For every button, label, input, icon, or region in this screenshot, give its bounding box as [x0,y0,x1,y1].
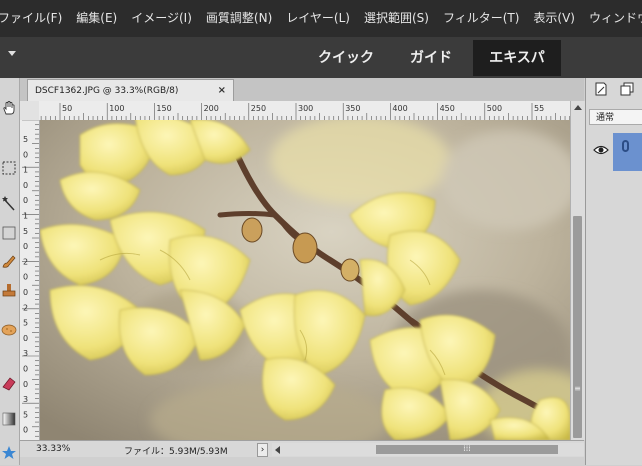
eraser-icon[interactable] [1,375,17,391]
horizontal-scrollbar[interactable]: ⁞⁞⁞ [272,443,584,456]
ruler-label: 150 [156,104,171,113]
ruler-label: 1 [23,212,28,221]
layers-panel-toolbar [586,78,642,102]
sponge-icon[interactable] [1,321,17,337]
vertical-scroll-thumb[interactable]: ≡ [573,216,582,438]
eye-icon[interactable] [593,142,609,158]
new-layer-icon[interactable] [594,82,608,96]
toolbox [0,78,20,465]
horizontal-ruler[interactable]: 50 100 150 200 250 300 350 400 450 500 55 [39,101,570,121]
ruler-label: 100 [109,104,124,113]
menu-bar: ファイル(F) 編集(E) イメージ(I) 画質調整(N) レイヤー(L) 選択… [0,0,642,37]
image-canvas[interactable] [40,120,570,440]
menu-edit[interactable]: 編集(E) [69,0,124,37]
ruler-label: 250 [251,104,266,113]
magic-wand-icon[interactable] [1,196,17,212]
menu-layer[interactable]: レイヤー(L) [279,0,357,37]
blend-mode-select[interactable]: 通常 [589,109,642,125]
layer-row[interactable] [586,133,642,171]
brush-icon[interactable] [1,253,17,269]
ruler-label: 5 [23,227,28,236]
duplicate-layer-icon[interactable] [620,82,634,96]
mode-bar: クイック ガイド エキスパート [0,37,642,102]
ruler-label: 5 [23,319,28,328]
layer-thumbnail[interactable] [613,133,642,171]
ruler-label: 350 [345,104,360,113]
stamp-icon[interactable] [1,283,17,299]
menu-select[interactable]: 選択範囲(S) [357,0,436,37]
scroll-up-arrow-icon[interactable] [574,105,582,110]
layer-lock-icon [622,140,629,152]
ruler-label: 50 [62,104,72,113]
menu-image[interactable]: イメージ(I) [124,0,199,37]
document-tab[interactable]: DSCF1362.JPG @ 33.3%(RGB/8) × [27,79,234,102]
ruler-label: 0 [23,334,28,343]
status-menu-arrow[interactable]: › [257,443,268,457]
text-label-icon[interactable] [1,226,17,242]
marquee-icon[interactable] [1,160,17,176]
vertical-scrollbar[interactable]: ≡ [570,101,585,440]
vertical-ruler-ticks: 5 0 1 0 0 1 5 0 2 0 0 2 5 0 3 0 0 3 5 0 [22,120,39,437]
ruler-label: 3 [23,349,28,358]
menu-file[interactable]: ファイル(F) [0,0,69,37]
hand-icon[interactable] [1,100,17,116]
ruler-label: 55 [534,104,544,113]
ruler-label: 0 [23,365,28,374]
ruler-label: 200 [204,104,219,113]
menu-enhance[interactable]: 画質調整(N) [199,0,279,37]
document-tab-strip: DSCF1362.JPG @ 33.3%(RGB/8) × [20,78,584,102]
gradient-icon[interactable] [1,411,17,427]
layers-panel: 通常 [585,78,642,465]
close-icon[interactable]: × [218,80,226,102]
ruler-label: 0 [23,380,28,389]
scroll-grip-icon: ⁞⁞⁞ [463,444,471,453]
ruler-label: 0 [23,273,28,282]
ruler-label: 450 [440,104,455,113]
ruler-label: 2 [23,303,28,312]
ruler-label: 0 [23,181,28,190]
ruler-label: 400 [392,104,407,113]
horizontal-ruler-ticks: 50 100 150 200 250 300 350 400 450 500 55 [40,103,570,120]
ruler-label: 0 [23,150,28,159]
ruler-label: 0 [23,242,28,251]
menu-view[interactable]: 表示(V) [526,0,582,37]
file-size-info: ファイル：5.93M/5.93M [124,447,228,457]
ruler-label: 500 [487,104,502,113]
wintersweet-photo [40,120,570,440]
tab-expert[interactable]: エキスパート [473,40,561,102]
ruler-label: 5 [23,410,28,419]
open-dropdown-arrow-icon[interactable] [8,51,16,56]
zoom-level[interactable]: 33.33% [36,444,70,454]
ruler-label: 2 [23,257,28,266]
tab-quick[interactable]: クイック [308,40,384,76]
scroll-left-arrow-icon[interactable] [275,446,280,454]
status-bar: 33.33% ファイル：5.93M/5.93M › ⁞⁞⁞ [20,440,584,458]
vertical-ruler[interactable]: 5 0 1 0 0 1 5 0 2 0 0 2 5 0 3 0 0 3 5 0 [20,120,40,440]
menu-filter[interactable]: フィルター(T) [436,0,526,37]
ruler-origin[interactable] [20,101,40,121]
ruler-label: 0 [23,196,28,205]
shape-icon[interactable] [1,445,17,461]
tab-guided[interactable]: ガイド [400,40,462,76]
panel-bin-edge [20,457,584,465]
horizontal-scroll-thumb[interactable]: ⁞⁞⁞ [376,444,558,454]
ruler-label: 300 [298,104,313,113]
document-title: DSCF1362.JPG @ 33.3%(RGB/8) [35,86,179,96]
ruler-label: 3 [23,395,28,404]
scroll-grip-icon: ≡ [574,384,581,393]
ruler-label: 1 [23,166,28,175]
menu-window[interactable]: ウィンドウ(W) [582,0,642,37]
ruler-label: 5 [23,135,28,144]
ruler-label: 0 [23,426,28,435]
ruler-label: 0 [23,288,28,297]
